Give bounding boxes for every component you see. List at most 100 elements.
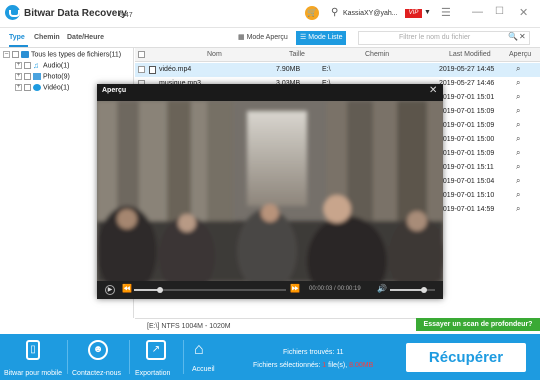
tab-path[interactable]: Chemin: [34, 34, 60, 41]
volume-icon[interactable]: 🔊: [377, 284, 387, 293]
clear-search-icon[interactable]: ✕: [519, 32, 526, 41]
title-bar: Bitwar Data Recovery 6.47 🛒 ⚲ KassiaXY@y…: [0, 0, 540, 28]
contact-button[interactable]: ☻ Contactez-nous: [68, 334, 128, 380]
tree-item-video[interactable]: + Vidéo(1): [15, 84, 69, 91]
found-label: Fichiers trouvés:: [283, 349, 335, 356]
recover-button[interactable]: Récupérer: [406, 343, 526, 372]
selected-label: Fichiers sélectionnés:: [253, 362, 321, 369]
tab-date[interactable]: Date/Heure: [67, 34, 104, 41]
tree-item-photo[interactable]: + Photo(9): [15, 73, 70, 80]
tree-item-all[interactable]: – Tous les types de fichiers(11): [3, 51, 121, 58]
preview-magnifier-icon[interactable]: ⌕: [516, 176, 520, 186]
table-row[interactable]: vidéo.mp4 7.90MB E:\ 2019-05-27 14:45 ⌕: [135, 63, 540, 77]
maximize-icon[interactable]: ☐: [495, 6, 504, 17]
search-input[interactable]: Filtrer le nom du fichier 🔍 ✕: [358, 31, 530, 45]
column-name[interactable]: Nom: [207, 51, 222, 58]
volume-handle[interactable]: [420, 287, 427, 293]
seek-handle[interactable]: [156, 287, 163, 293]
minimize-icon[interactable]: —: [472, 6, 483, 18]
tab-type[interactable]: Type: [9, 34, 25, 41]
row-checkbox[interactable]: [138, 66, 145, 73]
expand-icon[interactable]: +: [15, 62, 22, 69]
expand-icon[interactable]: +: [15, 84, 22, 91]
tree-label-photo: Photo(9): [43, 73, 70, 81]
home-button[interactable]: ⌂ Accueil: [186, 334, 222, 380]
preview-magnifier-icon[interactable]: ⌕: [516, 204, 520, 214]
grid-icon: ▦: [238, 34, 245, 41]
video-time: 00:00:03 / 00:00:19: [309, 286, 361, 292]
file-modified: 2019-07-01 15:04: [439, 178, 495, 185]
list-mode-label: Mode Liste: [308, 34, 343, 41]
preview-window: Aperçu ✕ ▶ ⏪ ⏩ 00:00:03 / 00:00:19 🔊: [97, 84, 443, 299]
app-version: 6.47: [119, 12, 133, 19]
user-account[interactable]: KassiaXY@yah...: [343, 10, 398, 17]
preview-mode-button[interactable]: ▦ Mode Aperçu: [236, 31, 288, 45]
volume-bar[interactable]: [390, 287, 435, 293]
preview-magnifier-icon[interactable]: ⌕: [516, 162, 520, 172]
file-modified: 2019-07-01 15:09: [439, 122, 495, 129]
expand-icon[interactable]: +: [15, 73, 22, 80]
volume-level: [390, 289, 424, 291]
selected-stats: Fichiers sélectionnés: 1 file(s), 8.00MB: [253, 362, 373, 369]
video-frame: [97, 101, 443, 282]
list-mode-button[interactable]: ☰ Mode Liste: [296, 31, 347, 45]
search-placeholder: Filtrer le nom du fichier: [399, 34, 471, 41]
checkbox[interactable]: [24, 62, 31, 69]
app-title: Bitwar Data Recovery: [24, 8, 127, 19]
file-name: vidéo.mp4: [159, 66, 192, 73]
list-icon: ☰: [300, 34, 307, 41]
seek-bar[interactable]: [134, 287, 286, 293]
tree-label-video: Vidéo(1): [43, 84, 70, 92]
close-icon[interactable]: ✕: [519, 6, 528, 19]
checkbox[interactable]: [24, 84, 31, 91]
preview-magnifier-icon[interactable]: ⌕: [516, 106, 520, 116]
forward-icon[interactable]: ⏩: [290, 284, 300, 293]
user-icon[interactable]: ⚲: [331, 7, 338, 18]
file-modified: 2019-07-01 15:09: [439, 108, 495, 115]
preview-magnifier-icon[interactable]: ⌕: [516, 134, 520, 144]
preview-magnifier-icon[interactable]: ⌕: [516, 92, 520, 102]
photo-icon: [33, 73, 41, 80]
file-table-header: Nom Taille Chemin Last Modified Aperçu: [135, 48, 540, 62]
export-icon: ↗: [146, 340, 166, 360]
contact-label: Contactez-nous: [72, 370, 122, 377]
account-dropdown-icon[interactable]: ▼: [424, 9, 431, 16]
preview-magnifier-icon[interactable]: ⌕: [516, 148, 520, 158]
file-path: E:\: [322, 66, 331, 73]
tree-label-audio: Audio(1): [43, 62, 70, 70]
checkbox[interactable]: [12, 51, 19, 58]
preview-magnifier-icon[interactable]: ⌕: [516, 190, 520, 200]
search-icon[interactable]: 🔍: [508, 32, 518, 41]
column-size[interactable]: Taille: [289, 51, 305, 58]
preview-mode-label: Mode Aperçu: [246, 34, 288, 41]
active-tab-indicator: [9, 45, 28, 47]
collapse-icon[interactable]: –: [3, 51, 10, 58]
file-modified: 2019-07-01 15:00: [439, 136, 495, 143]
play-icon[interactable]: ▶: [105, 285, 115, 295]
checkbox[interactable]: [24, 73, 31, 80]
partition-label: [E:\] NTFS 1004M - 1020M: [147, 323, 231, 330]
preview-magnifier-icon[interactable]: ⌕: [516, 78, 520, 88]
file-modified: 2019-05-27 14:46: [439, 80, 495, 87]
cart-icon[interactable]: 🛒: [305, 6, 319, 20]
tree-item-audio[interactable]: + ♫ Audio(1): [15, 62, 70, 70]
preview-magnifier-icon[interactable]: ⌕: [516, 64, 520, 74]
tree-label-all: Tous les types de fichiers(11): [31, 51, 122, 59]
file-modified: 2019-05-27 14:45: [439, 66, 495, 73]
column-preview[interactable]: Aperçu: [509, 51, 531, 58]
preview-magnifier-icon[interactable]: ⌕: [516, 120, 520, 130]
file-modified: 2019-07-01 15:11: [439, 164, 494, 171]
deep-scan-button[interactable]: Essayer un scan de profondeur?: [416, 318, 540, 331]
select-all-checkbox[interactable]: [138, 51, 145, 58]
column-path[interactable]: Chemin: [365, 51, 389, 58]
preview-close-icon[interactable]: ✕: [429, 85, 437, 96]
vip-badge: VIP: [405, 9, 422, 18]
selected-files: 1: [322, 362, 327, 369]
column-modified[interactable]: Last Modified: [449, 51, 491, 58]
file-modified: 2019-07-01 15:10: [439, 192, 495, 199]
mobile-button[interactable]: ▯ Bitwar pour mobile: [0, 334, 66, 380]
export-button[interactable]: ↗ Exportation: [130, 334, 182, 380]
rewind-icon[interactable]: ⏪: [122, 284, 132, 293]
menu-icon[interactable]: ☰: [441, 6, 451, 19]
file-icon: [149, 66, 156, 74]
